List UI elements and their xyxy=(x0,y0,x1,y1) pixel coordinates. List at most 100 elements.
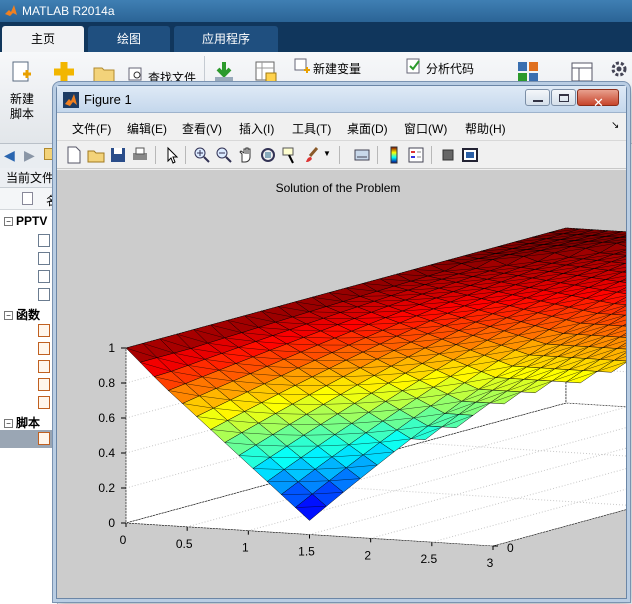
figure-canvas[interactable]: Solution of the Problem 00.511.522.53012… xyxy=(57,170,632,598)
analyze-code-label[interactable]: 分析代码 xyxy=(426,60,474,77)
analyze-code-icon[interactable] xyxy=(406,58,422,74)
menu-file[interactable]: 文件(F) xyxy=(72,120,111,137)
brush-icon[interactable] xyxy=(303,146,321,164)
figure-toolbar: ▼ xyxy=(57,141,626,169)
matlab-figure-logo-icon xyxy=(63,92,79,108)
figure-titlebar[interactable]: Figure 1 ✕ xyxy=(57,86,626,113)
print-icon[interactable] xyxy=(131,146,149,164)
z-tick-label: 1 xyxy=(108,341,115,355)
rotate-3d-icon[interactable] xyxy=(259,146,277,164)
menu-help[interactable]: 帮助(H) xyxy=(465,120,506,137)
surface-plot[interactable]: Solution of the Problem 00.511.522.53012… xyxy=(57,170,632,598)
collapse-icon[interactable]: − xyxy=(4,419,13,428)
toolbar-separator xyxy=(155,146,156,164)
toolbar-separator xyxy=(185,146,186,164)
group-functions[interactable]: − 函数 xyxy=(4,306,40,323)
minimize-button[interactable] xyxy=(525,89,550,106)
mat-file-icon[interactable] xyxy=(38,234,50,247)
colorbar-icon[interactable] xyxy=(385,146,403,164)
toolbar-separator xyxy=(339,146,340,164)
find-files-icon[interactable] xyxy=(128,66,144,82)
new-variable-icon[interactable] xyxy=(294,58,310,74)
z-tick-label: 0.6 xyxy=(98,411,115,425)
legend-icon[interactable] xyxy=(407,146,425,164)
menu-insert[interactable]: 插入(I) xyxy=(239,120,274,137)
matlab-tabstrip: 主页 绘图 应用程序 xyxy=(0,22,632,52)
close-button[interactable]: ✕ xyxy=(577,89,619,110)
pan-icon[interactable] xyxy=(237,146,255,164)
tab-plots[interactable]: 绘图 xyxy=(88,26,170,52)
new-figure-icon[interactable] xyxy=(65,146,83,164)
menu-desktop[interactable]: 桌面(D) xyxy=(347,120,388,137)
x-tick-label: 2.5 xyxy=(420,552,437,566)
open-folder-icon[interactable] xyxy=(92,62,116,86)
find-files-label[interactable]: 查找文件 xyxy=(148,69,196,86)
mat-file-icon[interactable] xyxy=(38,288,50,301)
x-tick-label: 2 xyxy=(364,548,371,562)
show-plot-tools-icon[interactable] xyxy=(461,146,479,164)
collapse-icon[interactable]: − xyxy=(4,311,13,320)
import-data-icon[interactable] xyxy=(212,60,236,84)
folder-icon[interactable] xyxy=(44,148,56,160)
preferences-gear-icon[interactable] xyxy=(610,60,628,78)
zoom-out-icon[interactable] xyxy=(215,146,233,164)
script-file-icon[interactable] xyxy=(38,432,50,445)
back-arrow-icon[interactable]: ◀ xyxy=(4,147,15,164)
folder-navigation: ◀ ▶ xyxy=(0,144,58,168)
save-icon[interactable] xyxy=(109,146,127,164)
group-pptv[interactable]: − PPTV xyxy=(4,214,47,228)
hide-plot-tools-icon[interactable] xyxy=(439,146,457,164)
tab-home[interactable]: 主页 xyxy=(2,26,84,52)
x-tick-label: 0.5 xyxy=(176,537,193,551)
group-scripts[interactable]: − 脚本 xyxy=(4,414,40,431)
z-tick-label: 0.8 xyxy=(98,376,115,390)
z-tick-label: 0 xyxy=(108,516,115,530)
toolbar-separator xyxy=(377,146,378,164)
data-cursor-icon[interactable] xyxy=(281,146,299,164)
new-script-label[interactable]: 新建 脚本 xyxy=(10,92,34,122)
maximize-button[interactable] xyxy=(551,89,576,106)
zoom-in-icon[interactable] xyxy=(193,146,211,164)
matlab-titlebar: MATLAB R2014a xyxy=(0,0,632,22)
layout-icon[interactable] xyxy=(516,60,540,84)
matlab-title: MATLAB R2014a xyxy=(22,4,115,18)
save-workspace-icon[interactable] xyxy=(254,60,278,84)
mat-file-icon[interactable] xyxy=(38,270,50,283)
z-tick-label: 0.2 xyxy=(98,481,115,495)
x-tick-label: 1 xyxy=(242,541,249,555)
mat-file-icon[interactable] xyxy=(38,252,50,265)
file-list-header: 名 xyxy=(0,188,58,210)
new-variable-label[interactable]: 新建变量 xyxy=(313,60,361,77)
new-icon[interactable] xyxy=(52,60,76,84)
close-icon: ✕ xyxy=(593,95,604,110)
tab-apps[interactable]: 应用程序 xyxy=(174,26,278,52)
function-file-icon[interactable] xyxy=(38,324,50,337)
x-tick-label: 0 xyxy=(120,533,127,547)
open-file-icon[interactable] xyxy=(87,146,105,164)
figure-window: Figure 1 ✕ 文件(F) 编辑(E) 查看(V) 插入(I) 工具(T)… xyxy=(56,85,632,599)
collapse-icon[interactable]: − xyxy=(4,217,13,226)
function-file-icon[interactable] xyxy=(38,378,50,391)
current-folder-header: 当前文件 xyxy=(0,168,58,188)
new-script-icon[interactable] xyxy=(10,60,34,84)
figure-title: Figure 1 xyxy=(84,92,132,107)
layout-panels-icon[interactable] xyxy=(570,60,594,84)
chart-title: Solution of the Problem xyxy=(276,181,401,195)
matlab-logo-icon xyxy=(5,5,17,16)
figure-menubar: 文件(F) 编辑(E) 查看(V) 插入(I) 工具(T) 桌面(D) 窗口(W… xyxy=(57,113,626,141)
file-list: − PPTV − 函数 − 脚本 xyxy=(0,210,58,604)
pointer-icon[interactable] xyxy=(163,146,181,164)
y-tick-label: 0 xyxy=(507,541,514,555)
menu-edit[interactable]: 编辑(E) xyxy=(127,120,167,137)
dock-arrow-icon[interactable]: ↘ xyxy=(611,120,619,131)
menu-tools[interactable]: 工具(T) xyxy=(292,120,331,137)
function-file-icon[interactable] xyxy=(38,342,50,355)
brush-dropdown-icon[interactable]: ▼ xyxy=(323,149,331,158)
menu-view[interactable]: 查看(V) xyxy=(182,120,222,137)
function-file-icon[interactable] xyxy=(38,360,50,373)
forward-arrow-icon[interactable]: ▶ xyxy=(24,147,35,164)
x-tick-label: 3 xyxy=(487,556,494,570)
link-plot-icon[interactable] xyxy=(353,146,371,164)
menu-window[interactable]: 窗口(W) xyxy=(404,120,447,137)
function-file-icon[interactable] xyxy=(38,396,50,409)
